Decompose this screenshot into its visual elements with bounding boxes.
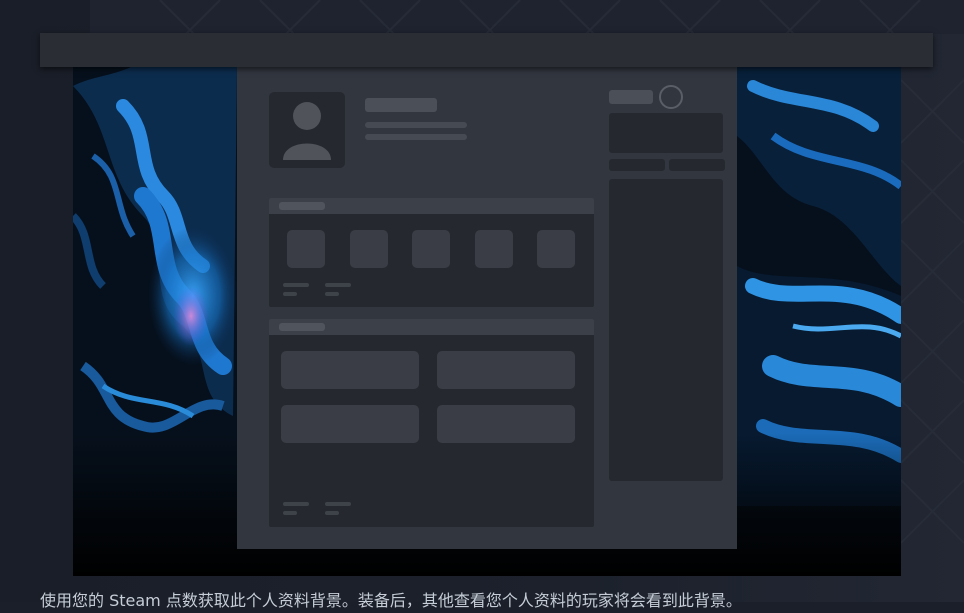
item-tile bbox=[281, 405, 419, 443]
profile-preview-frame bbox=[73, 66, 901, 576]
showcase-header bbox=[269, 198, 594, 214]
right-tab-placeholder bbox=[609, 159, 665, 171]
persona-name-placeholder bbox=[365, 98, 437, 112]
profile-info-placeholder bbox=[365, 134, 467, 140]
level-badge-placeholder bbox=[659, 85, 683, 109]
game-tile bbox=[350, 230, 388, 268]
item-tile bbox=[437, 405, 575, 443]
game-tile bbox=[287, 230, 325, 268]
showcase-games bbox=[269, 198, 594, 307]
person-silhouette-icon bbox=[283, 102, 331, 160]
background-preview: 使用您的 Steam 点数获取此个人资料背景。装备后，其他查看您个人资料的玩家将… bbox=[0, 0, 964, 610]
item-tile bbox=[437, 351, 575, 389]
profile-layout-mockup bbox=[237, 66, 737, 549]
level-label-placeholder bbox=[609, 90, 653, 104]
right-tab-placeholder bbox=[669, 159, 725, 171]
showcase-header bbox=[269, 319, 594, 335]
game-tile bbox=[412, 230, 450, 268]
item-description: 使用您的 Steam 点数获取此个人资料背景。装备后，其他查看您个人资料的玩家将… bbox=[40, 591, 742, 610]
profile-info-placeholder bbox=[365, 122, 467, 128]
item-tile bbox=[281, 351, 419, 389]
showcase-items bbox=[269, 319, 594, 527]
badge-box-placeholder bbox=[609, 113, 723, 153]
avatar bbox=[269, 92, 345, 168]
preview-title-bar bbox=[40, 33, 933, 67]
game-tile bbox=[537, 230, 575, 268]
right-column-placeholder bbox=[609, 179, 723, 481]
game-tile bbox=[475, 230, 513, 268]
